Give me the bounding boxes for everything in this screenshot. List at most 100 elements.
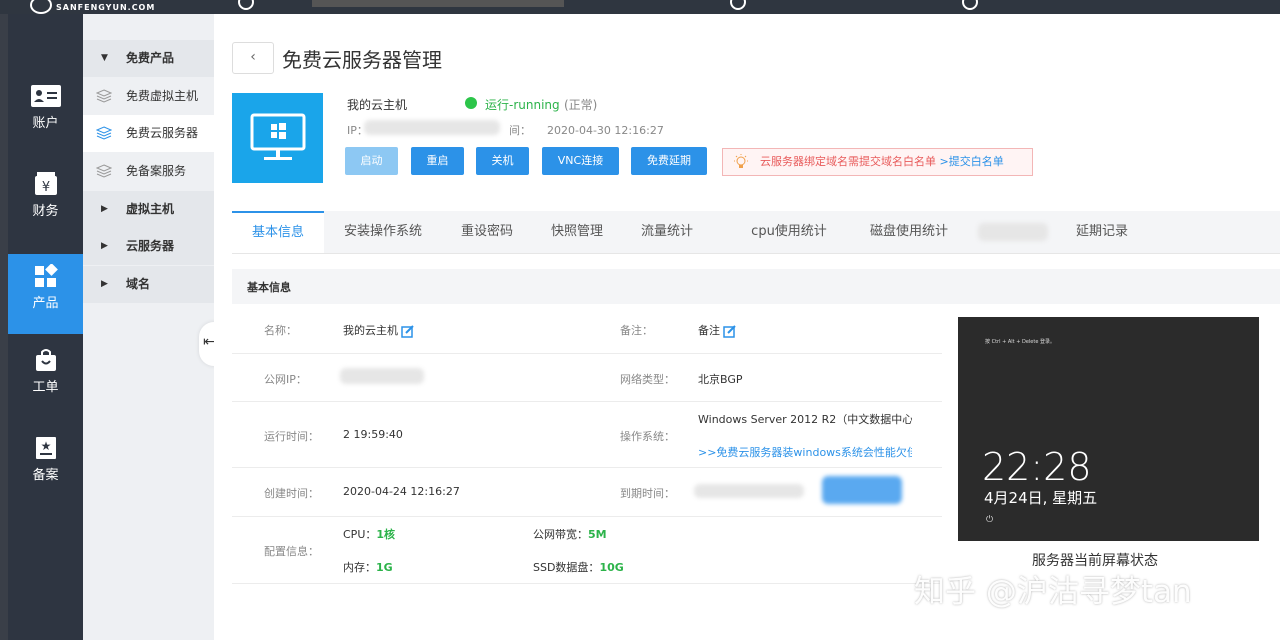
remark-value: 备注 xyxy=(698,324,720,337)
submenu-item-free-cloud[interactable]: 免费云服务器 xyxy=(83,115,214,152)
sidebar-item-label: 产品 xyxy=(32,296,59,311)
star-doc-icon: ★ xyxy=(31,436,61,460)
config-label: 配置信息： xyxy=(264,545,319,558)
submenu-group-vhost[interactable]: ▶ 虚拟主机 xyxy=(83,191,214,228)
submit-whitelist-link[interactable]: >提交白名单 xyxy=(940,155,1004,168)
redacted-tab xyxy=(978,223,1048,241)
tab-disk-usage[interactable]: 磁盘使用统计 xyxy=(854,211,964,253)
notice-text-wrap: 云服务器绑定域名需提交域名白名单 >提交白名单 xyxy=(760,149,1004,175)
redacted-ip xyxy=(364,120,500,135)
submenu-item-free-vhost[interactable]: 免费虚拟主机 xyxy=(83,78,214,115)
name-label: 名称： xyxy=(264,324,297,337)
window-edge xyxy=(0,14,8,640)
cpu-value: 1核 xyxy=(376,528,396,541)
bag-icon xyxy=(31,348,61,372)
submenu-item-free-record[interactable]: 免备案服务 xyxy=(83,153,214,190)
sidebar-item-products[interactable]: 产品 xyxy=(8,254,83,334)
submenu-group-cloud[interactable]: ▶ 云服务器 xyxy=(83,228,214,265)
login-hint: 按 Ctrl + Alt + Delete 登录。 xyxy=(985,339,1056,345)
vnc-button[interactable]: VNC连接 xyxy=(542,147,619,175)
cpu-label: CPU： xyxy=(343,528,377,541)
layers-icon xyxy=(96,126,112,140)
submenu-group-free[interactable]: ▼ 免费产品 xyxy=(83,40,214,77)
info-row: 公网IP： 网络类型： 北京BGP xyxy=(232,354,942,402)
bandwidth-label: 公网带宽： xyxy=(533,528,588,541)
server-icon xyxy=(232,93,323,183)
os-value: Windows Server 2012 R2（中文数据中心 xyxy=(698,413,912,426)
back-button[interactable]: ‹ xyxy=(232,42,274,74)
mem-value: 1G xyxy=(376,561,393,574)
tab-extension-records[interactable]: 延期记录 xyxy=(1062,211,1142,253)
created-at: 2020-04-30 12:16:27 xyxy=(547,124,664,137)
logo[interactable]: SANFENGYUN.COM xyxy=(30,0,155,14)
disk-label: SSD数据盘： xyxy=(533,561,600,574)
sidebar-item-label: 账户 xyxy=(32,116,59,131)
sidebar-item-tickets[interactable]: 工单 xyxy=(8,348,83,428)
sidebar-item-label: 工单 xyxy=(32,380,59,395)
info-row: 运行时间： 2 19:59:40 操作系统： Windows Server 20… xyxy=(232,402,942,468)
tab-traffic[interactable]: 流量统计 xyxy=(632,211,702,253)
sidebar-item-account[interactable]: 账户 xyxy=(8,84,83,164)
whitelist-notice: 云服务器绑定域名需提交域名白名单 >提交白名单 xyxy=(722,148,1033,176)
expire-label: 到期时间： xyxy=(620,487,675,500)
caret-right-icon: ▶ xyxy=(101,279,108,289)
shutdown-button[interactable]: 关机 xyxy=(476,147,529,175)
redacted-expire xyxy=(694,484,804,498)
windows-monitor-icon xyxy=(250,113,305,160)
edit-icon[interactable] xyxy=(401,324,414,338)
edit-icon[interactable] xyxy=(723,324,736,338)
status-note: (正常) xyxy=(564,98,598,112)
svg-text:★: ★ xyxy=(40,439,51,453)
screen-time: 22:28 xyxy=(982,445,1092,489)
os-label: 操作系统： xyxy=(620,430,675,443)
caret-right-icon: ▶ xyxy=(101,241,108,251)
sidebar-item-finance[interactable]: ¥ 财务 xyxy=(8,172,83,252)
section-title: 基本信息 xyxy=(247,281,291,294)
top-bar: SANFENGYUN.COM xyxy=(0,0,1280,14)
sidebar-item-label: 备案 xyxy=(32,468,59,483)
created-label-suffix: 间： xyxy=(509,124,531,137)
info-row: 创建时间： 2020-04-24 12:16:27 到期时间： xyxy=(232,468,942,517)
created-value: 2020-04-24 12:16:27 xyxy=(343,485,460,498)
mem-label: 内存： xyxy=(343,561,376,574)
redacted-public-ip xyxy=(340,368,424,384)
product-submenu: ▼ 免费产品 免费虚拟主机 免费云服务器 免备案服务 ▶ 虚拟主机 ▶ 云服务器… xyxy=(83,14,214,640)
tab-install-os[interactable]: 安装操作系统 xyxy=(336,211,430,253)
tab-reset-password[interactable]: 重设密码 xyxy=(452,211,522,253)
extend-button[interactable]: 免费延期 xyxy=(631,147,707,175)
tab-cpu-usage[interactable]: cpu使用统计 xyxy=(734,211,844,253)
caret-right-icon: ▶ xyxy=(101,204,108,214)
remark-value-wrap: 备注 xyxy=(698,322,736,338)
uptime-value: 2 19:59:40 xyxy=(343,428,403,441)
watermark: 知乎 @沪沽寻梦tan xyxy=(914,574,1192,610)
submenu-group-domain[interactable]: ▶ 域名 xyxy=(83,266,214,303)
basic-info-header: 基本信息 xyxy=(232,269,1280,304)
name-value: 我的云主机 xyxy=(343,324,398,337)
tab-bar: 基本信息 安装操作系统 重设密码 快照管理 流量统计 cpu使用统计 磁盘使用统… xyxy=(232,211,1280,254)
status-dot xyxy=(465,97,477,109)
sidebar-item-label: 财务 xyxy=(32,204,59,219)
sidebar-item-icp[interactable]: ★ 备案 xyxy=(8,436,83,516)
blocks-icon xyxy=(31,264,61,288)
redacted-expire-badge xyxy=(822,476,902,504)
restart-button[interactable]: 重启 xyxy=(411,147,464,175)
main-sidebar: 账户 ¥ 财务 产品 工单 ★ 备案 xyxy=(8,14,83,640)
top-clock-icon[interactable] xyxy=(730,0,746,10)
page-title: 免费云服务器管理 xyxy=(282,48,442,72)
screen-date: 4月24日, 星期五 xyxy=(984,489,1098,507)
start-button[interactable]: 启动 xyxy=(345,147,398,175)
top-search-bar[interactable] xyxy=(312,0,564,7)
tab-basic-info[interactable]: 基本信息 xyxy=(232,211,324,253)
id-card-icon xyxy=(30,84,61,108)
os-windows-link[interactable]: >>免费云服务器装windows系统会性能欠佳 xyxy=(698,444,912,460)
collapse-icon: ⇤ xyxy=(203,334,215,350)
info-row: 名称： 我的云主机 备注： 备注 xyxy=(232,305,942,354)
top-settings-icon[interactable] xyxy=(962,0,978,10)
server-screen-preview[interactable]: 按 Ctrl + Alt + Delete 登录。 22:28 4月24日, 星… xyxy=(958,317,1259,541)
mem-line: 内存：1G xyxy=(343,559,393,575)
yen-wallet-icon: ¥ xyxy=(31,172,61,196)
created-label: 创建时间： xyxy=(264,487,319,500)
tab-snapshots[interactable]: 快照管理 xyxy=(542,211,612,253)
layers-icon xyxy=(96,89,112,103)
top-clock-icon[interactable] xyxy=(238,0,254,10)
